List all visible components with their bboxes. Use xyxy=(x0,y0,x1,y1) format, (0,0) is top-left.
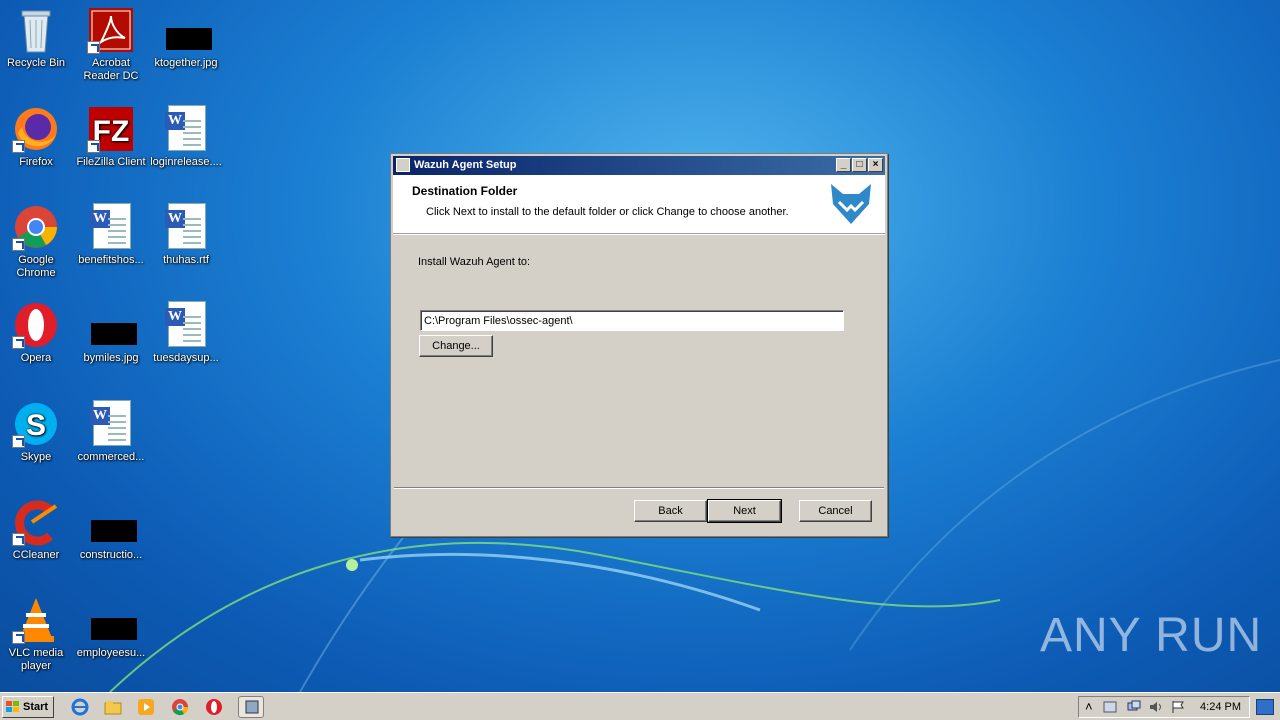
watermark: ANY RUN xyxy=(1040,609,1263,662)
desktop-icon-recycle-bin[interactable]: Recycle Bin xyxy=(0,6,74,70)
word-doc-icon: W xyxy=(165,105,206,151)
shortcut-arrow-icon xyxy=(12,533,25,546)
file-explorer-icon[interactable] xyxy=(104,698,122,716)
desktop-icon-benefitshos[interactable]: W benefitshos... xyxy=(73,203,149,267)
shortcut-arrow-icon xyxy=(12,631,25,644)
image-file-icon xyxy=(91,520,137,542)
wazuh-logo-icon xyxy=(831,184,871,224)
header-separator xyxy=(393,234,885,235)
install-location-label: Install Wazuh Agent to: xyxy=(418,256,531,268)
shortcut-arrow-icon xyxy=(12,238,25,251)
windows-logo-icon xyxy=(6,701,19,712)
desktop-icon-ccleaner[interactable]: CCleaner xyxy=(0,498,74,562)
desktop-icon-thuhas[interactable]: W thuhas.rtf xyxy=(148,203,224,267)
close-button[interactable]: × xyxy=(868,158,883,172)
shortcut-arrow-icon xyxy=(12,336,25,349)
desktop-icon-label: Opera xyxy=(20,352,52,364)
desktop-icon-opera[interactable]: Opera xyxy=(0,301,74,365)
back-button[interactable]: Back xyxy=(634,500,707,522)
word-doc-icon: W xyxy=(165,203,206,249)
word-doc-icon: W xyxy=(90,203,131,249)
desktop-icon-employeesu[interactable]: employeesu... xyxy=(73,596,149,660)
header-subtitle: Click Next to install to the default fol… xyxy=(426,206,789,218)
start-button[interactable]: Start xyxy=(2,696,54,718)
desktop-icon-label: CCleaner xyxy=(12,549,60,561)
desktop-icon-bymiles[interactable]: bymiles.jpg xyxy=(73,301,149,365)
system-tray: ˄ 4:24 PM xyxy=(1078,696,1250,718)
desktop-icon-vlc[interactable]: VLC media player xyxy=(0,596,74,673)
desktop-icon-label: constructio... xyxy=(79,549,143,561)
desktop-icon-label: Skype xyxy=(20,451,52,463)
clock[interactable]: 4:24 PM xyxy=(1200,697,1241,717)
desktop-icon-label: loginrelease.... xyxy=(150,156,222,168)
desktop-icon-label: employeesu... xyxy=(76,647,146,659)
chrome-taskbar-icon[interactable] xyxy=(171,698,189,716)
image-file-icon xyxy=(91,323,137,345)
minimize-button[interactable]: _ xyxy=(836,158,851,172)
desktop-icon-firefox[interactable]: Firefox xyxy=(0,105,74,169)
desktop: Recycle Bin Firefox Google Chrome Opera … xyxy=(0,0,1280,692)
word-doc-icon: W xyxy=(165,301,206,347)
install-path-field[interactable] xyxy=(420,310,844,331)
flag-icon[interactable] xyxy=(1171,700,1185,714)
desktop-icon-acrobat[interactable]: Acrobat Reader DC xyxy=(73,6,149,83)
desktop-icon-label: commerced... xyxy=(77,451,145,463)
desktop-icon-label: tuesdaysup... xyxy=(153,352,219,364)
network-icon[interactable] xyxy=(1127,700,1141,714)
setup-dialog: Wazuh Agent Setup _ □ × Destination Fold… xyxy=(390,153,888,537)
dialog-title: Wazuh Agent Setup xyxy=(414,159,517,171)
desktop-icon-loginrelease[interactable]: W loginrelease.... xyxy=(148,105,224,169)
desktop-icon-label: Firefox xyxy=(19,156,53,168)
desktop-icon-tuesdaysup[interactable]: W tuesdaysup... xyxy=(148,301,224,365)
show-hidden-icons-button[interactable]: ˄ xyxy=(1085,698,1093,716)
shortcut-arrow-icon xyxy=(12,140,25,153)
image-file-icon xyxy=(91,618,137,640)
desktop-icon-label: thuhas.rtf xyxy=(163,254,209,266)
desktop-icon-google-chrome[interactable]: Google Chrome xyxy=(0,203,74,280)
dialog-header: Destination Folder Click Next to install… xyxy=(393,175,885,234)
action-center-icon[interactable] xyxy=(1103,700,1117,714)
desktop-icon-constructio[interactable]: constructio... xyxy=(73,498,149,562)
desktop-icon-label: Google Chrome xyxy=(16,254,56,279)
desktop-icon-label: benefitshos... xyxy=(78,254,144,266)
installer-icon xyxy=(396,158,410,172)
show-desktop-icon[interactable] xyxy=(1256,699,1274,715)
image-file-icon xyxy=(166,28,212,50)
desktop-icon-label: Recycle Bin xyxy=(6,57,66,69)
desktop-icon-commerced[interactable]: W commerced... xyxy=(73,400,149,464)
desktop-icon-ktogether[interactable]: ktogether.jpg xyxy=(148,6,224,70)
desktop-icon-label: bymiles.jpg xyxy=(83,352,139,364)
dialog-titlebar[interactable]: Wazuh Agent Setup _ □ × xyxy=(393,156,885,175)
maximize-button[interactable]: □ xyxy=(852,158,867,172)
start-label: Start xyxy=(23,701,49,713)
setup-taskbar-button[interactable] xyxy=(238,696,264,718)
taskbar: Start ˄ 4:24 PM xyxy=(0,692,1280,720)
next-button[interactable]: Next xyxy=(707,499,782,523)
opera-taskbar-icon[interactable] xyxy=(205,698,223,716)
shortcut-arrow-icon xyxy=(87,41,100,54)
desktop-icon-label: VLC media player xyxy=(8,647,64,672)
shortcut-arrow-icon xyxy=(87,140,100,153)
volume-icon[interactable] xyxy=(1149,700,1163,714)
desktop-icon-filezilla[interactable]: FZ FileZilla Client xyxy=(73,105,149,169)
desktop-icon-skype[interactable]: S Skype xyxy=(0,400,74,464)
internet-explorer-icon[interactable] xyxy=(71,698,89,716)
desktop-icon-label: Acrobat Reader DC xyxy=(83,57,139,82)
desktop-icon-label: FileZilla Client xyxy=(76,156,146,168)
header-title: Destination Folder xyxy=(412,184,518,198)
desktop-icon-label: ktogether.jpg xyxy=(154,57,218,69)
recycle-bin-icon xyxy=(21,10,51,53)
word-doc-icon: W xyxy=(90,400,131,446)
change-button[interactable]: Change... xyxy=(419,335,493,357)
media-player-icon[interactable] xyxy=(137,698,155,716)
cancel-button[interactable]: Cancel xyxy=(799,500,872,522)
shortcut-arrow-icon xyxy=(12,435,25,448)
svg-text:S: S xyxy=(26,409,46,442)
